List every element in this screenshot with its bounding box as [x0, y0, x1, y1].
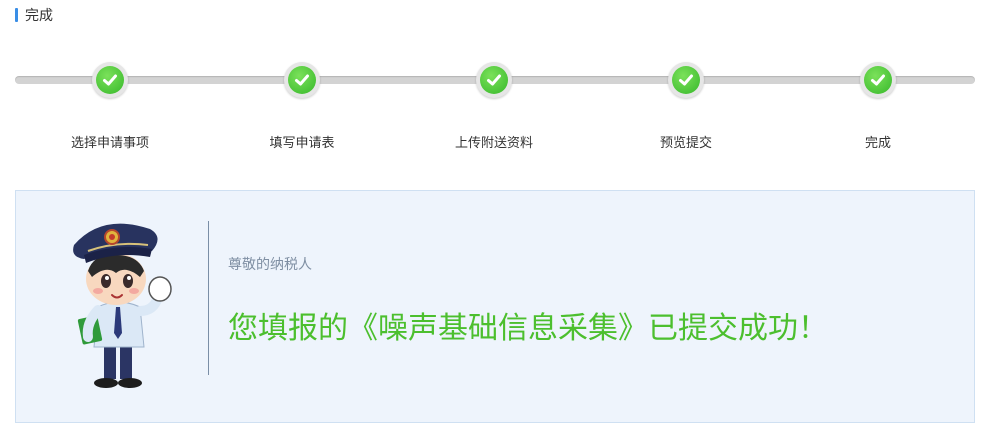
step-label: 完成	[864, 136, 891, 151]
step-1-marker	[92, 62, 128, 98]
result-panel: 尊敬的纳税人 您填报的《噪声基础信息采集》已提交成功！	[15, 190, 975, 423]
header-accent-bar	[15, 8, 18, 22]
step-2: 填写申请表	[232, 60, 372, 151]
step-label: 预览提交	[659, 136, 712, 151]
success-message: 您填报的《噪声基础信息采集》已提交成功！	[228, 311, 828, 346]
vertical-divider	[208, 221, 209, 375]
step-5-marker	[860, 62, 896, 98]
check-icon	[480, 66, 508, 94]
tax-officer-mascot-icon	[54, 215, 184, 395]
step-label: 填写申请表	[269, 136, 335, 151]
step-3-marker	[476, 62, 512, 98]
check-icon	[96, 66, 124, 94]
step-3: 上传附送资料	[424, 60, 564, 151]
step-1: 选择申请事项	[40, 60, 180, 151]
step-5: 完成	[808, 60, 948, 151]
check-icon	[864, 66, 892, 94]
step-label: 上传附送资料	[454, 136, 533, 151]
check-icon	[672, 66, 700, 94]
step-2-marker	[284, 62, 320, 98]
step-label: 选择申请事项	[70, 136, 149, 151]
greeting-text: 尊敬的纳税人	[228, 257, 312, 273]
step-4: 预览提交	[616, 60, 756, 151]
check-icon	[288, 66, 316, 94]
progress-steps: 选择申请事项 填写申请表 上传附送资料 预览提交 完成	[0, 60, 985, 160]
page-title: 完成	[25, 8, 53, 24]
step-4-marker	[668, 62, 704, 98]
page-header: 完成	[15, 7, 53, 24]
